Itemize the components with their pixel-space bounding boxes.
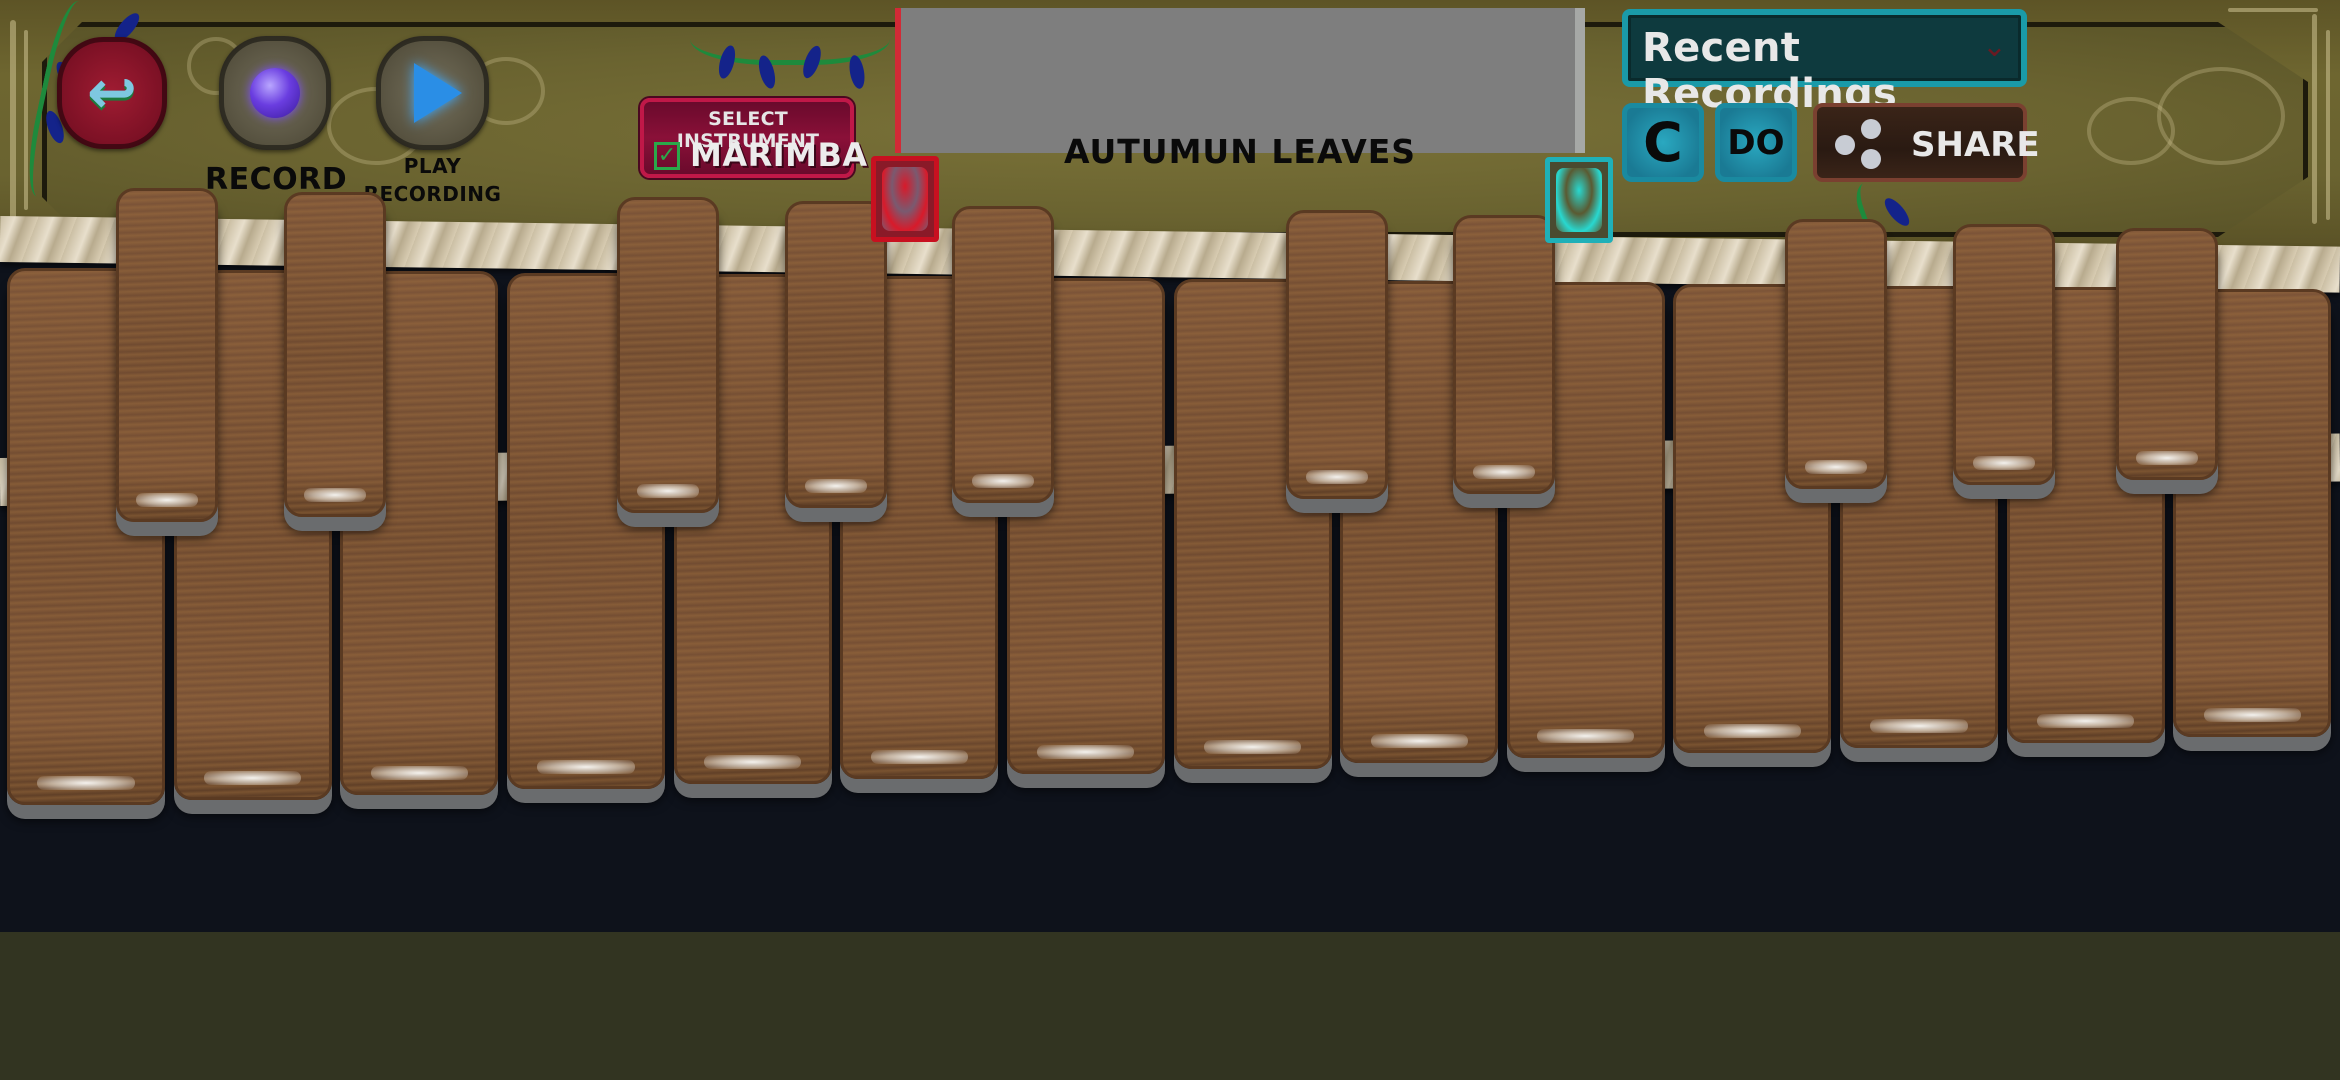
frame-ornament (24, 30, 28, 210)
play-label-line1: PLAY (403, 154, 462, 178)
note-solfege-button[interactable]: DO (1715, 103, 1797, 182)
checkbox-icon: ✓ (654, 142, 680, 170)
frame-ornament (2312, 14, 2317, 224)
share-icon (1831, 119, 1887, 169)
right-scroll-tab[interactable] (1545, 157, 1613, 243)
selected-instrument: MARIMBA (690, 136, 868, 174)
note-letter-button[interactable]: C (1622, 103, 1704, 182)
recent-recordings-dropdown[interactable]: Recent Recordings ⌄ (1622, 9, 2027, 117)
marimba-key-accidental[interactable] (1286, 210, 1388, 499)
right-scroll-tab-icon (1556, 168, 1602, 232)
marimba-key-accidental[interactable] (785, 201, 887, 508)
play-recording-button[interactable] (376, 36, 489, 150)
marimba-key-accidental[interactable] (116, 188, 218, 522)
frame-ornament (2228, 8, 2318, 12)
record-button[interactable] (219, 36, 331, 150)
back-arrow-icon: ↩ (86, 58, 138, 128)
left-scroll-tab-icon (882, 167, 928, 231)
bottom-area (0, 932, 2340, 1080)
marimba-key-accidental[interactable] (1953, 223, 2055, 485)
marimba-key-accidental[interactable] (1453, 214, 1555, 494)
marimba-key-accidental[interactable] (284, 192, 386, 518)
marimba-key-accidental[interactable] (2116, 228, 2218, 480)
frame-ornament (10, 20, 16, 220)
vine-decoration (690, 0, 890, 65)
marimba-key-accidental[interactable] (952, 205, 1054, 504)
share-label: SHARE (1911, 125, 2040, 165)
marimba-key-accidental[interactable] (1785, 219, 1887, 490)
share-button[interactable]: SHARE (1813, 103, 2040, 182)
play-gem-icon (413, 63, 462, 123)
left-scroll-tab[interactable] (871, 156, 939, 242)
ornament-swirl (2157, 67, 2285, 165)
ornament-swirl (2087, 97, 2175, 165)
select-instrument-button[interactable]: SELECT INSTRUMENT ✓ MARIMBA (640, 98, 867, 178)
frame-ornament (2326, 30, 2330, 220)
record-gem-icon (250, 68, 300, 118)
marimba-key-accidental[interactable] (617, 196, 719, 513)
chevron-down-icon: ⌄ (1981, 29, 2007, 64)
song-title: AUTUMUN LEAVES (1063, 132, 1417, 171)
marimba-stage: ↩ RECORD PLAY RECORDING SELECT INSTRUMEN… (0, 0, 2340, 932)
back-button[interactable]: ↩ (57, 37, 167, 149)
